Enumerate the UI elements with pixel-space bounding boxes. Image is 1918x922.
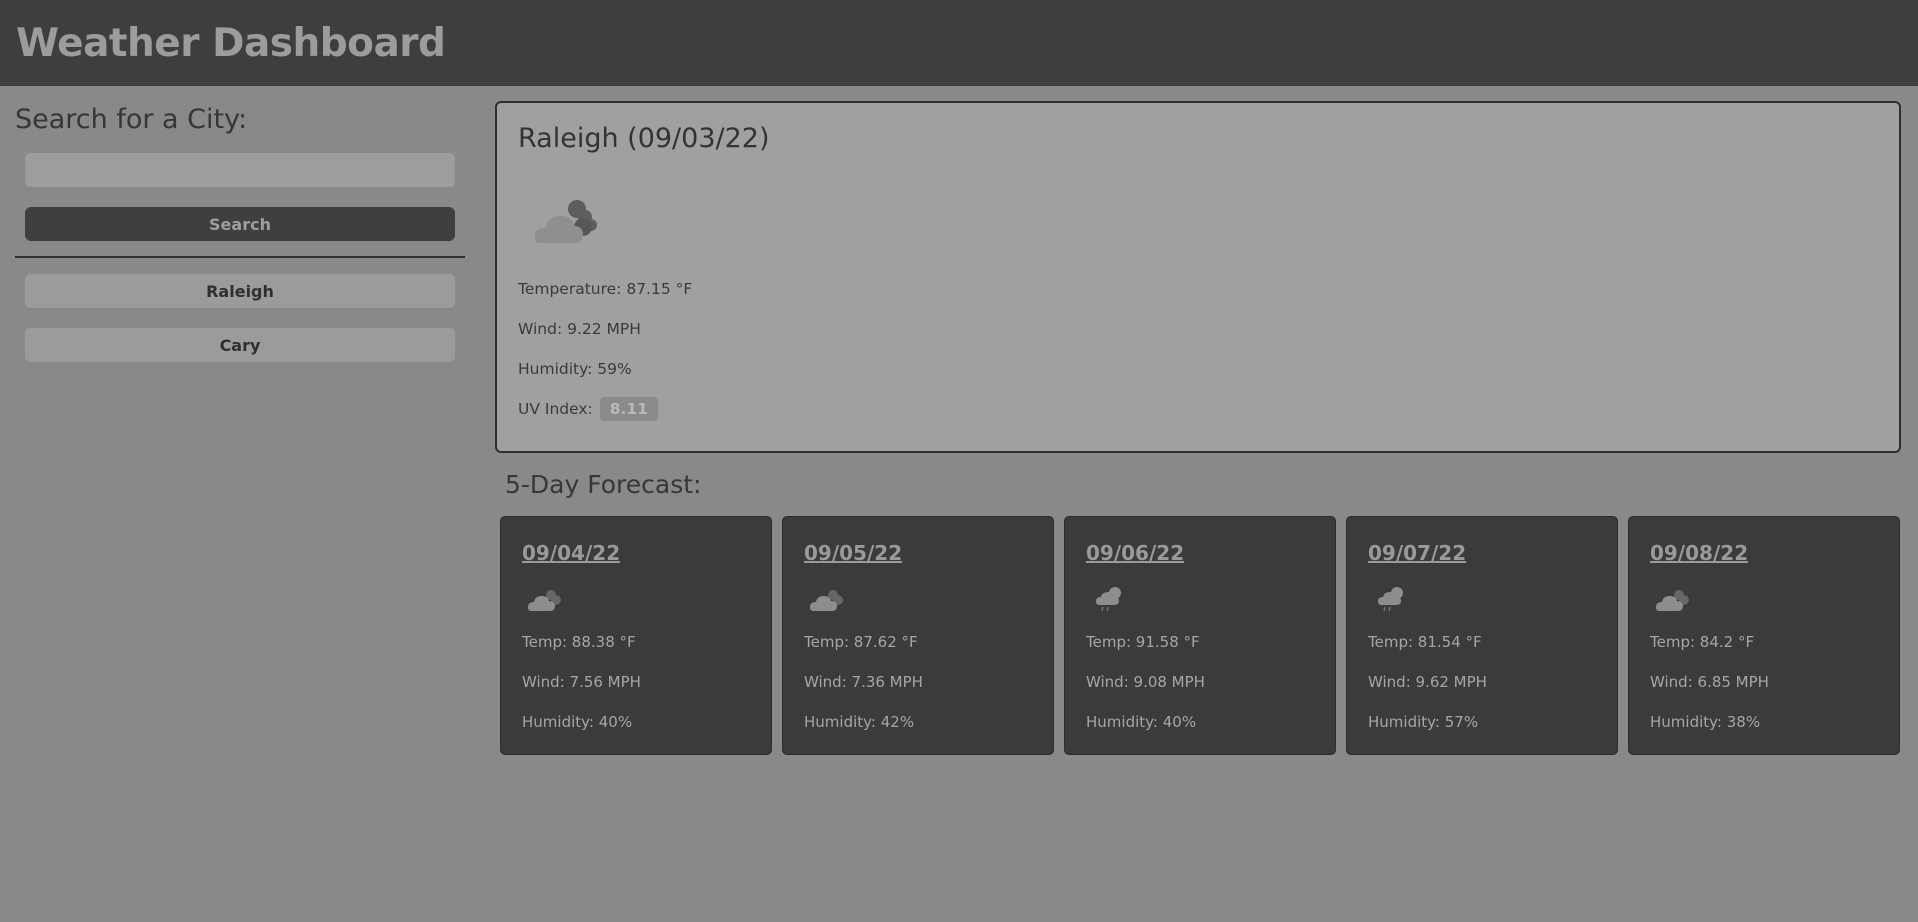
sidebar-divider [15, 256, 465, 258]
forecast-humidity: Humidity: 42% [804, 713, 915, 731]
clouds-icon [533, 191, 607, 252]
current-city-title: Raleigh (09/03/22) [518, 123, 770, 154]
clouds-icon [1655, 585, 1693, 618]
forecast-date: 09/08/22 [1650, 541, 1749, 565]
rain-icon [1373, 585, 1411, 618]
history-button-cary[interactable]: Cary [25, 328, 455, 362]
rain-icon [1091, 585, 1129, 618]
forecast-temp: Temp: 84.2 °F [1650, 633, 1755, 651]
search-button[interactable]: Search [25, 207, 455, 241]
forecast-card: 09/06/22 Temp: 91.58 °F Wind: 9.08 MPH H… [1064, 516, 1336, 755]
forecast-temp: Temp: 81.54 °F [1368, 633, 1482, 651]
forecast-humidity: Humidity: 38% [1650, 713, 1761, 731]
forecast-humidity: Humidity: 40% [1086, 713, 1197, 731]
clouds-icon [809, 585, 847, 618]
current-humidity: Humidity: 59% [518, 360, 632, 378]
current-wind: Wind: 9.22 MPH [518, 320, 641, 338]
forecast-heading: 5-Day Forecast: [505, 470, 702, 499]
forecast-wind: Wind: 6.85 MPH [1650, 673, 1769, 691]
forecast-wind: Wind: 9.62 MPH [1368, 673, 1487, 691]
forecast-wind: Wind: 9.08 MPH [1086, 673, 1205, 691]
search-heading: Search for a City: [15, 104, 248, 135]
clouds-icon [527, 585, 565, 618]
forecast-card: 09/05/22 Temp: 87.62 °F Wind: 7.36 MPH H… [782, 516, 1054, 755]
city-search-input[interactable] [25, 153, 455, 187]
uv-index-label: UV Index: [518, 400, 593, 418]
forecast-card: 09/04/22 Temp: 88.38 °F Wind: 7.56 MPH H… [500, 516, 772, 755]
current-weather-card: Raleigh (09/03/22) Temperature: 87.15 °F… [495, 101, 1901, 453]
forecast-temp: Temp: 88.38 °F [522, 633, 636, 651]
history-button-raleigh[interactable]: Raleigh [25, 274, 455, 308]
current-uv-row: UV Index: 8.11 [518, 397, 658, 421]
forecast-temp: Temp: 87.62 °F [804, 633, 918, 651]
forecast-temp: Temp: 91.58 °F [1086, 633, 1200, 651]
forecast-humidity: Humidity: 57% [1368, 713, 1479, 731]
forecast-wind: Wind: 7.36 MPH [804, 673, 923, 691]
header-bar: Weather Dashboard [0, 0, 1918, 86]
forecast-date: 09/07/22 [1368, 541, 1467, 565]
forecast-date: 09/05/22 [804, 541, 903, 565]
forecast-card: 09/08/22 Temp: 84.2 °F Wind: 6.85 MPH Hu… [1628, 516, 1900, 755]
forecast-date: 09/04/22 [522, 541, 621, 565]
forecast-date: 09/06/22 [1086, 541, 1185, 565]
forecast-humidity: Humidity: 40% [522, 713, 633, 731]
forecast-wind: Wind: 7.56 MPH [522, 673, 641, 691]
uv-index-badge: 8.11 [599, 397, 658, 421]
forecast-card: 09/07/22 Temp: 81.54 °F Wind: 9.62 MPH H… [1346, 516, 1618, 755]
app-title: Weather Dashboard [16, 20, 446, 66]
forecast-row: 09/04/22 Temp: 88.38 °F Wind: 7.56 MPH H… [500, 516, 1900, 755]
current-temperature: Temperature: 87.15 °F [518, 280, 693, 298]
